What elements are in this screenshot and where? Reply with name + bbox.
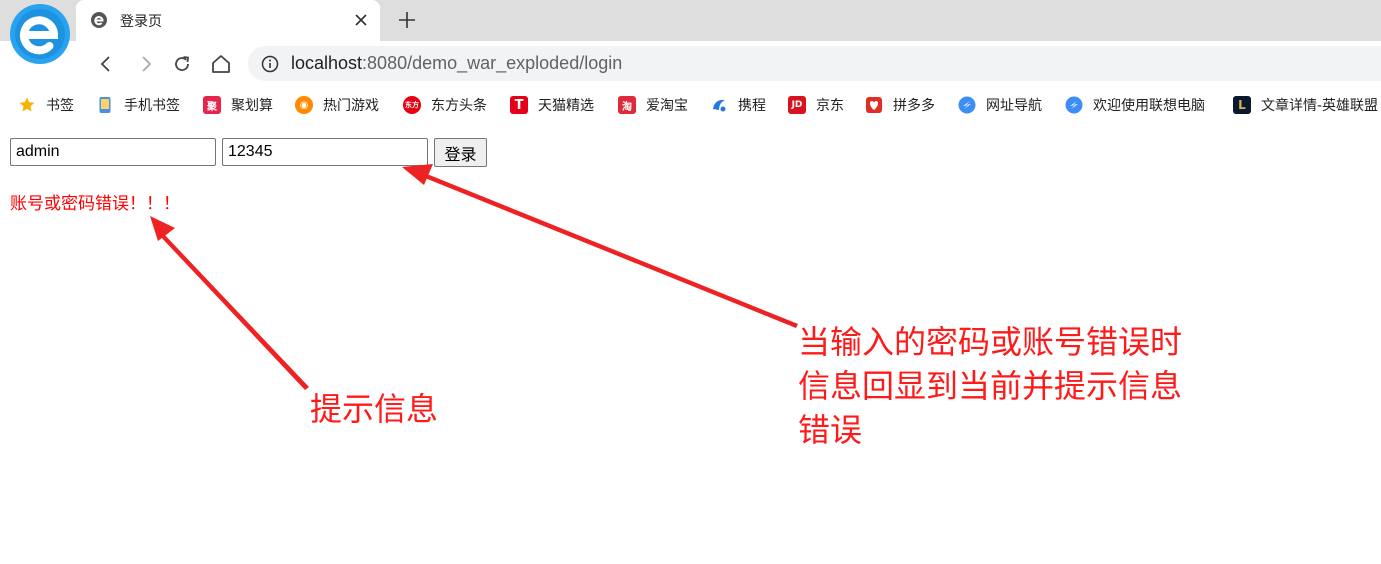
password-input[interactable]: [222, 138, 428, 166]
bookmark-item[interactable]: 携程: [710, 94, 766, 116]
annotation-line: 信息回显到当前并提示信息: [798, 367, 1183, 405]
bookmark-label: 手机书签: [124, 98, 180, 114]
juhuasuan-icon: 聚: [203, 96, 221, 114]
annotation-line: 当输入的密码或账号错误时: [798, 323, 1183, 361]
tmall-icon: T: [510, 96, 528, 114]
reload-icon[interactable]: [171, 53, 193, 75]
bookmark-item[interactable]: 欢迎使用联想电脑: [1065, 94, 1205, 116]
bookmark-item[interactable]: 书签: [18, 94, 74, 116]
bookmark-item[interactable]: 聚 聚划算: [203, 94, 273, 116]
bookmark-label: 书签: [46, 98, 74, 114]
error-message: 账号或密码错误！！！: [10, 194, 180, 214]
url-text[interactable]: localhost:8080/demo_war_exploded/login: [291, 53, 622, 74]
bookmark-label: 欢迎使用联想电脑: [1093, 98, 1205, 114]
bookmark-item[interactable]: T 天猫精选: [510, 94, 594, 116]
star-icon: [19, 97, 35, 112]
jd-icon: JD: [788, 96, 806, 114]
bookmark-item[interactable]: 手机书签: [96, 94, 180, 116]
new-tab-icon[interactable]: [397, 10, 417, 30]
ctrip-icon: [713, 99, 726, 112]
nav-site-icon: [958, 96, 976, 114]
annotation-explanation: 当输入的密码或账号错误时 信息回显到当前并提示信息 错误: [798, 320, 1182, 452]
annotation-line: 错误: [798, 411, 863, 449]
bookmark-label: 京东: [816, 98, 844, 114]
address-bar[interactable]: localhost:8080/demo_war_exploded/login: [248, 46, 1381, 81]
bookmark-item[interactable]: ◉ 热门游戏: [295, 94, 379, 116]
arrow-to-error-message: [159, 232, 309, 390]
bookmark-label: 文章详情-英雄联盟: [1261, 98, 1379, 114]
username-input[interactable]: [10, 138, 216, 166]
bookmark-item[interactable]: 网址导航: [958, 94, 1042, 116]
bookmark-item[interactable]: 东方 东方头条: [403, 94, 487, 116]
url-host: localhost: [291, 53, 363, 73]
lol-icon: L: [1233, 96, 1251, 114]
url-path: :8080/demo_war_exploded/login: [362, 53, 623, 73]
bookmark-label: 热门游戏: [323, 98, 379, 114]
annotation-hint-label: 提示信息: [310, 390, 439, 428]
bookmark-label: 携程: [738, 98, 766, 114]
browser-tab[interactable]: 登录页: [76, 0, 380, 41]
browser-toolbar: localhost:8080/demo_war_exploded/login: [0, 41, 1381, 88]
game-icon: ◉: [295, 96, 313, 114]
aitaobao-icon: 淘: [618, 96, 636, 114]
browser-logo-icon: [10, 4, 70, 64]
bookmark-label: 拼多多: [893, 98, 935, 114]
arrowhead-password: [402, 164, 433, 185]
bookmark-label: 天猫精选: [538, 98, 594, 114]
forward-icon[interactable]: [135, 53, 157, 75]
lenovo-site-icon: [1065, 96, 1083, 114]
bookmark-item[interactable]: L 文章详情-英雄联盟: [1233, 94, 1378, 116]
tab-strip: 登录页: [0, 0, 1381, 41]
arrow-to-password-field: [420, 172, 798, 328]
browser-favicon-icon: [91, 12, 107, 28]
close-tab-icon[interactable]: [352, 11, 370, 29]
phone-icon: [99, 97, 111, 113]
arrowhead-error: [150, 216, 175, 241]
bookmarks-bar: 书签 手机书签 聚 聚划算 ◉ 热门游戏 东方 东方头条 T 天猫精选 淘 爱淘…: [0, 88, 1381, 122]
tab-title: 登录页: [120, 14, 162, 30]
bookmark-label: 东方头条: [431, 98, 487, 114]
bookmark-label: 爱淘宝: [646, 98, 688, 114]
dongfang-icon: 东方: [403, 96, 421, 114]
bookmark-item[interactable]: 拼多多: [865, 94, 935, 116]
login-button[interactable]: 登录: [434, 138, 487, 167]
bookmark-item[interactable]: JD 京东: [788, 94, 844, 116]
bookmark-label: 聚划算: [231, 98, 273, 114]
bookmark-item[interactable]: 淘 爱淘宝: [618, 94, 688, 116]
home-icon[interactable]: [210, 53, 232, 75]
bookmark-label: 网址导航: [986, 98, 1042, 114]
pinduoduo-icon: [866, 97, 882, 113]
back-icon[interactable]: [95, 53, 117, 75]
site-info-icon[interactable]: [261, 55, 279, 73]
